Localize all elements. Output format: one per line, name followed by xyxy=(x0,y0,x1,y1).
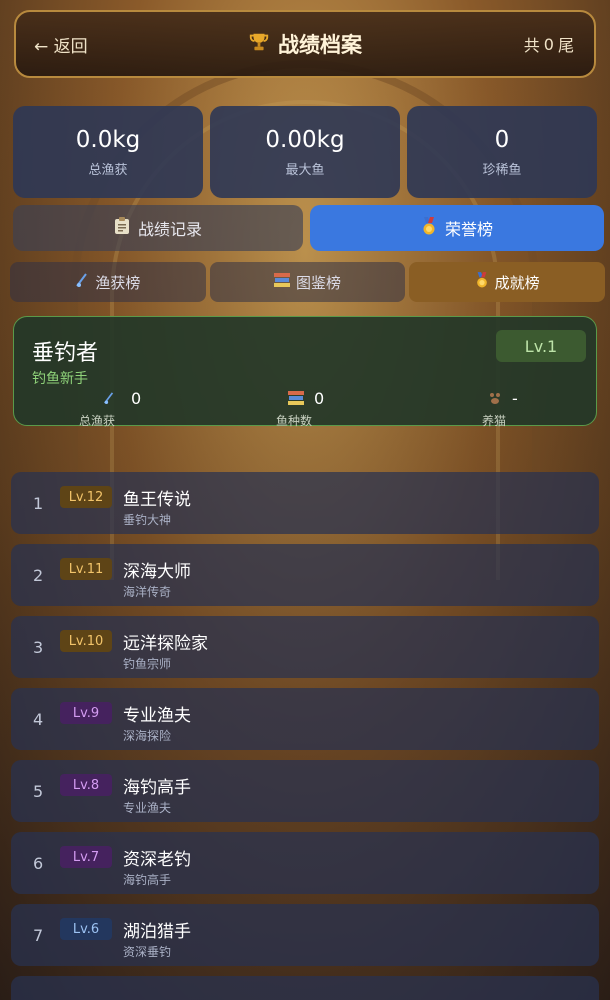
header-bar: ← 返回 战绩档案 共 0 尾 xyxy=(14,10,596,78)
leaderboard-row[interactable]: 1 Lv.12 鱼王传说 垂钓大神 xyxy=(11,472,599,534)
medal-icon xyxy=(475,272,489,292)
rank-title: 专业渔夫 xyxy=(123,706,191,726)
leaderboard-row[interactable]: 2 Lv.11 深海大师 海洋传奇 xyxy=(11,544,599,606)
level-badge: Lv.12 xyxy=(60,486,112,508)
player-name: 垂钓者 xyxy=(32,341,99,366)
my-stat-cat: - 养猫 xyxy=(418,389,598,428)
leaderboard-row[interactable]: 7 Lv.6 湖泊猎手 资深垂钓 xyxy=(11,904,599,966)
stat-label: 最大鱼 xyxy=(285,162,325,178)
player-level-badge: Lv.1 xyxy=(496,330,586,362)
paw-icon xyxy=(488,391,502,409)
stat-rare-fish: 0 珍稀鱼 xyxy=(407,106,597,198)
page-title-text: 战绩档案 xyxy=(278,33,362,57)
my-stat-species: 0 鱼种数 xyxy=(216,389,396,428)
stat-value: 0.00kg xyxy=(265,126,345,153)
subtab-achievement[interactable]: 成就榜 xyxy=(409,262,606,302)
subtab-collection[interactable]: 图鉴榜 xyxy=(209,262,406,302)
subtab-label: 图鉴榜 xyxy=(296,273,342,292)
clipboard-icon xyxy=(114,217,130,239)
stat-label: 总渔获 xyxy=(88,162,128,178)
rank-title: 鱼王传说 xyxy=(123,490,191,510)
rank-prev-title: 海钓高手 xyxy=(123,873,172,887)
fish-count-value: 0 xyxy=(543,34,554,54)
rank-title: 资深老钓 xyxy=(123,850,191,870)
leaderboard-row[interactable]: 4 Lv.9 专业渔夫 深海探险 xyxy=(11,688,599,750)
medal-icon xyxy=(421,217,437,239)
subtab-label: 成就榜 xyxy=(494,273,540,292)
my-stat-value: 0 xyxy=(314,389,325,408)
rank-prev-title: 海洋传奇 xyxy=(123,585,172,599)
subtab-label: 渔获榜 xyxy=(95,273,141,292)
my-stat-value: - xyxy=(512,389,518,408)
rank-title: 远洋探险家 xyxy=(123,634,208,654)
tab-records[interactable]: 战绩记录 xyxy=(13,205,303,251)
my-stat-value: 0 xyxy=(131,389,142,408)
level-badge: Lv.7 xyxy=(60,846,112,868)
level-badge: Lv.8 xyxy=(60,774,112,796)
stat-value: 0 xyxy=(494,126,510,153)
page-title: 战绩档案 xyxy=(248,29,362,59)
stat-biggest-fish: 0.00kg 最大鱼 xyxy=(210,106,400,198)
rank-prev-title: 资深垂钓 xyxy=(123,945,172,959)
leaderboard-row-partial[interactable] xyxy=(11,976,599,1000)
rank-prev-title: 钓鱼宗师 xyxy=(123,657,172,671)
subtab-catch[interactable]: 渔获榜 xyxy=(10,262,206,302)
rank-title: 海钓高手 xyxy=(123,778,191,798)
stat-label: 珍稀鱼 xyxy=(482,162,522,178)
rank-title: 深海大师 xyxy=(123,562,191,582)
tab-label: 战绩记录 xyxy=(137,220,202,239)
my-stat-label: 养猫 xyxy=(481,414,506,428)
leaderboard-row[interactable]: 6 Lv.7 资深老钓 海钓高手 xyxy=(11,832,599,894)
row-index: 7 xyxy=(33,925,44,945)
player-rank-title: 钓鱼新手 xyxy=(32,371,88,387)
stat-value: 0.0kg xyxy=(75,126,141,153)
trophy-icon xyxy=(248,31,270,58)
tab-label: 荣誉榜 xyxy=(444,220,493,239)
books-icon xyxy=(274,273,290,291)
stat-total-catch: 0.0kg 总渔获 xyxy=(13,106,203,198)
tab-honor[interactable]: 荣誉榜 xyxy=(310,205,604,251)
sub-tabs: 渔获榜 图鉴榜 成就榜 xyxy=(10,262,606,302)
row-index: 5 xyxy=(33,781,44,801)
leaderboard-row[interactable]: 3 Lv.10 远洋探险家 钓鱼宗师 xyxy=(11,616,599,678)
my-stat-label: 鱼种数 xyxy=(275,414,312,428)
fish-count-prefix: 共 xyxy=(523,36,540,55)
level-badge: Lv.11 xyxy=(60,558,112,580)
fish-count: 共 0 尾 xyxy=(522,12,576,76)
row-index: 1 xyxy=(33,493,44,513)
row-index: 2 xyxy=(33,565,44,585)
fish-count-suffix: 尾 xyxy=(557,36,574,55)
leaderboard-row[interactable]: 5 Lv.8 海钓高手 专业渔夫 xyxy=(11,760,599,822)
rank-title: 湖泊猎手 xyxy=(123,922,191,942)
my-stat-label: 总渔获 xyxy=(78,414,115,428)
my-stat-total-catch: 0 总渔获 xyxy=(29,389,209,428)
level-badge: Lv.9 xyxy=(60,702,112,724)
row-index: 4 xyxy=(33,709,44,729)
rank-prev-title: 专业渔夫 xyxy=(123,801,172,815)
row-index: 6 xyxy=(33,853,44,873)
my-rank-card: 垂钓者 钓鱼新手 Lv.1 0 总渔获 0 鱼种数 - 养猫 xyxy=(13,316,598,428)
rank-prev-title: 垂钓大神 xyxy=(123,513,172,527)
rank-prev-title: 深海探险 xyxy=(123,729,172,743)
row-index: 3 xyxy=(33,637,44,657)
fishing-rod-icon xyxy=(103,391,115,409)
back-label: ← 返回 xyxy=(34,36,88,57)
fishing-rod-icon xyxy=(75,272,89,292)
level-badge: Lv.6 xyxy=(60,918,112,940)
level-badge: Lv.10 xyxy=(60,630,112,652)
books-icon xyxy=(288,391,304,409)
back-button[interactable]: ← 返回 xyxy=(34,12,88,76)
